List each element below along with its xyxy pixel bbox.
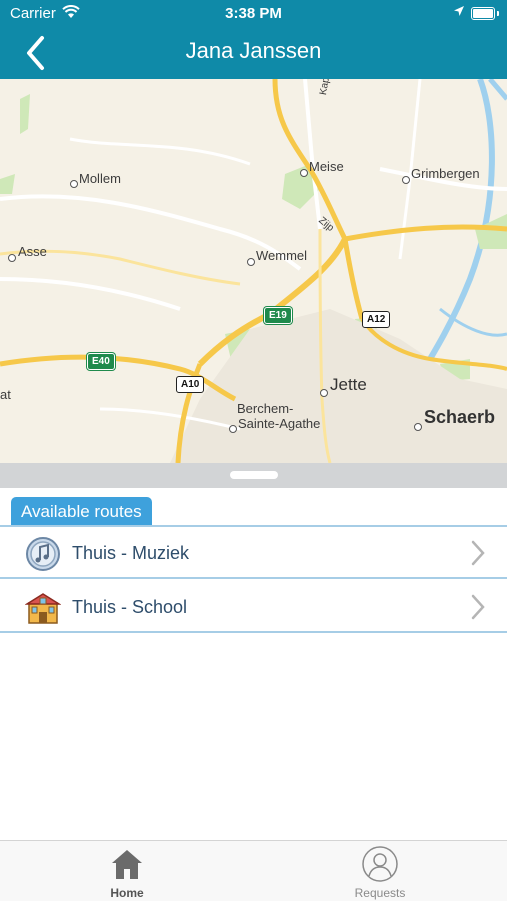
status-time: 3:38 PM (225, 5, 282, 22)
place-label-jette: Jette (330, 375, 367, 394)
home-icon (112, 850, 142, 879)
route-label: Thuis - Muziek (72, 543, 190, 563)
place-label-partial: at (0, 387, 11, 402)
map-view[interactable]: Mollem Meise Grimbergen Asse Wemmel Kape… (0, 79, 507, 463)
drawer-handle-bar[interactable] (0, 463, 507, 488)
place-marker (247, 258, 255, 266)
place-marker (402, 176, 410, 184)
route-row-thuis-school[interactable]: Thuis - School (0, 581, 507, 633)
place-marker (229, 425, 237, 433)
page-title: Jana Janssen (185, 38, 322, 63)
navigation-bar: Jana Janssen (0, 28, 507, 79)
status-bar: Carrier 3:38 PM (0, 0, 507, 28)
tab-home[interactable]: Home (67, 845, 187, 901)
road-shield-a12: A12 (362, 311, 391, 328)
route-label: Thuis - School (72, 597, 188, 617)
tab-requests[interactable]: Requests (320, 845, 440, 901)
tab-requests-label: Requests (354, 886, 406, 900)
tab-bar: Home Requests (0, 840, 507, 901)
battery-tip (497, 11, 499, 16)
place-marker (8, 254, 16, 262)
tab-home-label: Home (110, 886, 144, 900)
place-label-berchem-line1: Berchem- (237, 401, 294, 416)
top-bar: Carrier 3:38 PM Jana Janssen (0, 0, 507, 79)
road-shield-e19: E19 (264, 307, 292, 324)
place-label-meise: Meise (309, 159, 344, 174)
music-note-icon (26, 537, 60, 571)
user-profile-icon (362, 846, 398, 882)
place-label-asse: Asse (18, 244, 47, 259)
road-shield-a10: A10 (176, 376, 205, 393)
chevron-right-icon (471, 540, 485, 566)
drag-handle[interactable] (230, 471, 278, 479)
place-marker (414, 423, 422, 431)
chevron-right-icon (471, 594, 485, 620)
available-routes-header: Available routes (11, 497, 152, 526)
place-marker (320, 389, 328, 397)
road-shield-e40: E40 (87, 353, 115, 370)
place-marker (300, 169, 308, 177)
location-arrow-icon (454, 6, 464, 16)
place-label-mollem: Mollem (79, 171, 121, 186)
place-label-berchem-line2: Sainte-Agathe (238, 416, 321, 431)
battery-icon (471, 7, 495, 20)
place-label-wemmel: Wemmel (256, 248, 308, 263)
route-row-thuis-muziek[interactable]: Thuis - Muziek (0, 527, 507, 579)
place-marker (70, 180, 78, 188)
school-building-icon (25, 593, 61, 624)
place-label-schaerbeek: Schaerb (424, 407, 496, 427)
place-label-grimbergen: Grimbergen (411, 166, 480, 181)
